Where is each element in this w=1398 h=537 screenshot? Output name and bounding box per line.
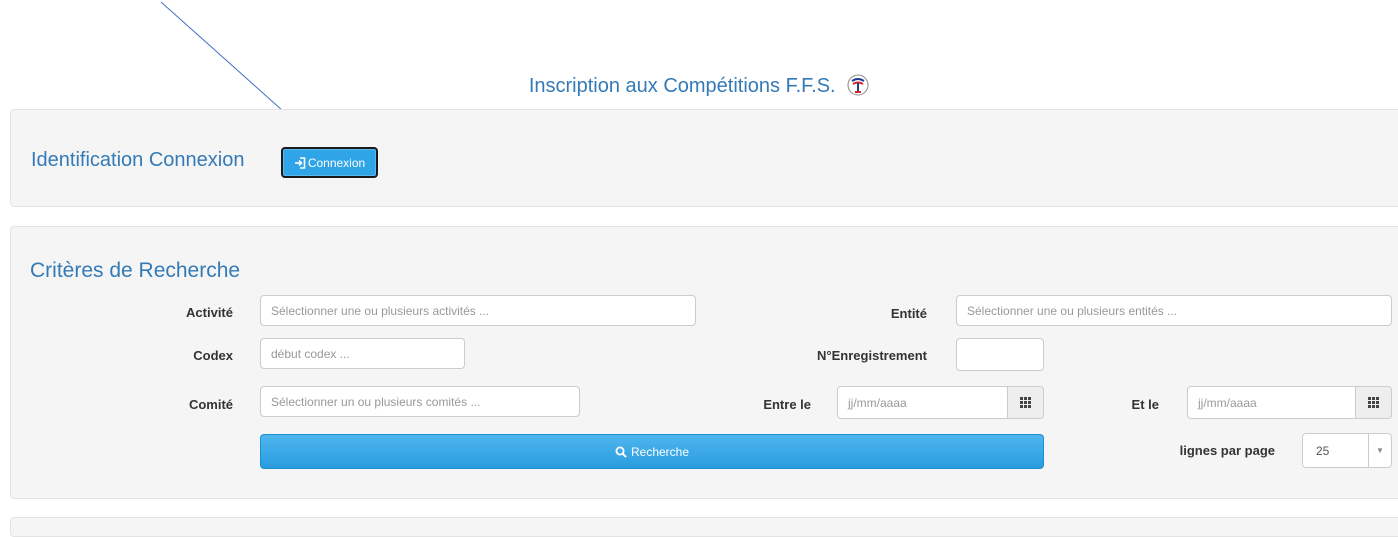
date-to-input[interactable]: jj/mm/aaaa (1187, 386, 1356, 419)
date-to-label: Et le (1131, 397, 1159, 412)
search-button[interactable]: Recherche (260, 434, 1044, 469)
search-icon (615, 446, 627, 458)
activite-select[interactable]: Sélectionner une ou plusieurs activités … (260, 295, 696, 326)
identification-panel: Identification Connexion Connexion (10, 109, 1398, 207)
page-title-text: Inscription aux Compétitions F.F.S. (528, 75, 836, 97)
calendar-icon (1020, 397, 1031, 408)
date-from-label: Entre le (763, 397, 811, 412)
chevron-down-icon: ▼ (1368, 434, 1391, 467)
rows-per-page-value: 25 (1316, 443, 1330, 458)
date-from-group: jj/mm/aaaa (837, 386, 1044, 419)
rows-per-page-select[interactable]: 25 ▼ (1302, 433, 1392, 468)
entite-select[interactable]: Sélectionner une ou plusieurs entités ..… (956, 295, 1392, 326)
enregistrement-label: N°Enregistrement (817, 348, 927, 363)
activite-label: Activité (186, 305, 233, 320)
date-to-calendar-button[interactable] (1356, 386, 1392, 419)
entite-label: Entité (890, 306, 927, 321)
connexion-button[interactable]: Connexion (281, 147, 378, 178)
connexion-button-label: Connexion (307, 155, 366, 170)
comite-label: Comité (188, 397, 233, 412)
identification-label: Identification Connexion (31, 149, 245, 171)
codex-input[interactable]: début codex ... (260, 338, 465, 369)
codex-label: Codex (193, 348, 233, 363)
page-title: Inscription aux Compétitions F.F.S. (0, 74, 1398, 98)
date-to-group: jj/mm/aaaa (1187, 386, 1392, 419)
search-panel: Critères de Recherche Activité Sélection… (10, 226, 1398, 499)
ffs-logo-icon (847, 74, 869, 96)
enregistrement-input[interactable] (956, 338, 1044, 371)
sign-in-icon (294, 156, 306, 169)
comite-select[interactable]: Sélectionner un ou plusieurs comités ... (260, 386, 580, 417)
rows-per-page-label: lignes par page (1179, 443, 1275, 458)
search-title: Critères de Recherche (30, 259, 241, 282)
results-panel (10, 517, 1398, 537)
calendar-icon (1368, 397, 1379, 408)
date-from-input[interactable]: jj/mm/aaaa (837, 386, 1008, 419)
search-button-label: Recherche (630, 444, 690, 459)
date-from-calendar-button[interactable] (1008, 386, 1044, 419)
